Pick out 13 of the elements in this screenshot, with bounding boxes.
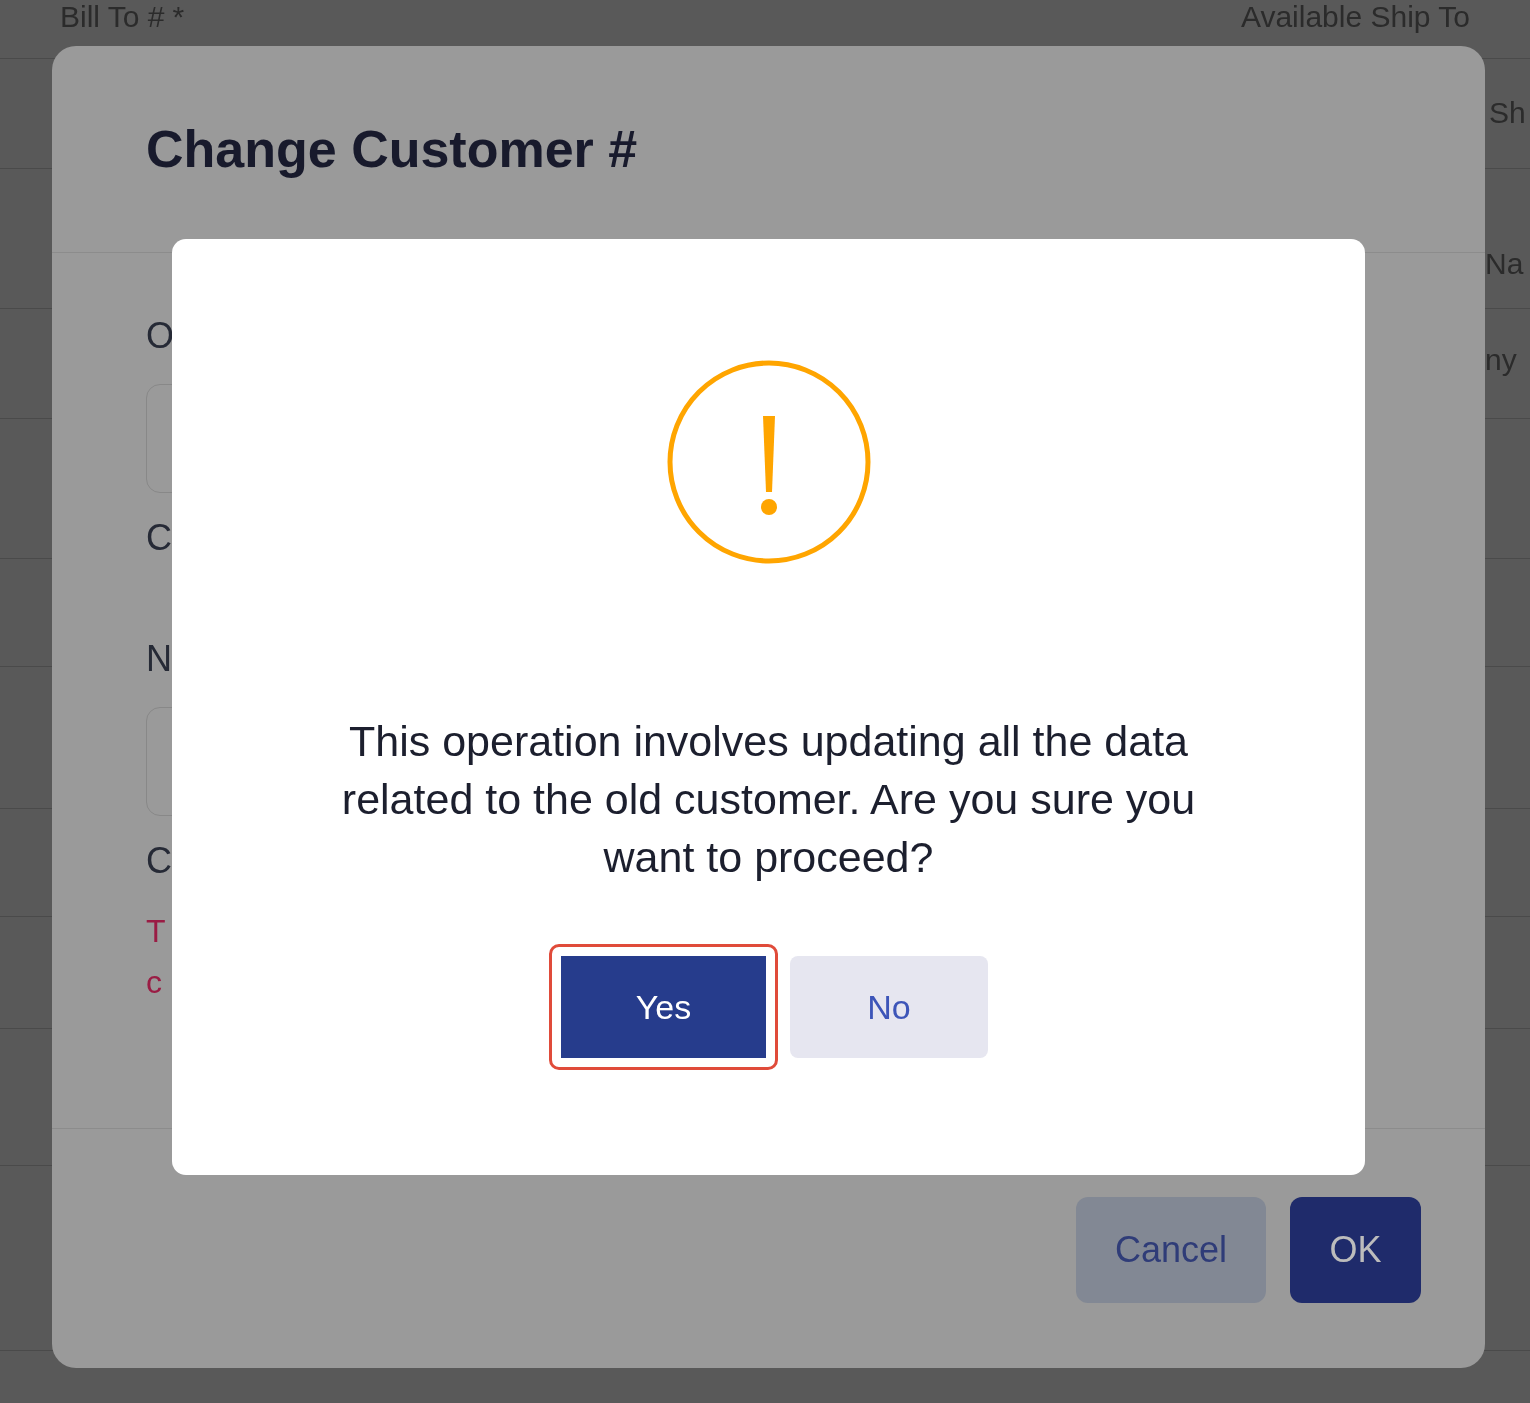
error-text: c [146, 963, 162, 1002]
field-label: C [146, 516, 172, 560]
ok-button[interactable]: OK [1290, 1197, 1421, 1303]
required-mark: * [172, 0, 185, 34]
no-button[interactable]: No [790, 956, 988, 1058]
confirmation-message: This operation involves updating all the data related to the old customer. Are you sure you want to proceed? [340, 716, 1197, 883]
error-text: T [146, 912, 166, 951]
field-label: O [146, 314, 174, 358]
field-label: N [146, 637, 172, 681]
dialog-title: Change Customer # [146, 119, 638, 179]
field-label: C [146, 839, 172, 883]
yes-button[interactable]: Yes [549, 944, 778, 1070]
warning-icon [666, 360, 871, 564]
